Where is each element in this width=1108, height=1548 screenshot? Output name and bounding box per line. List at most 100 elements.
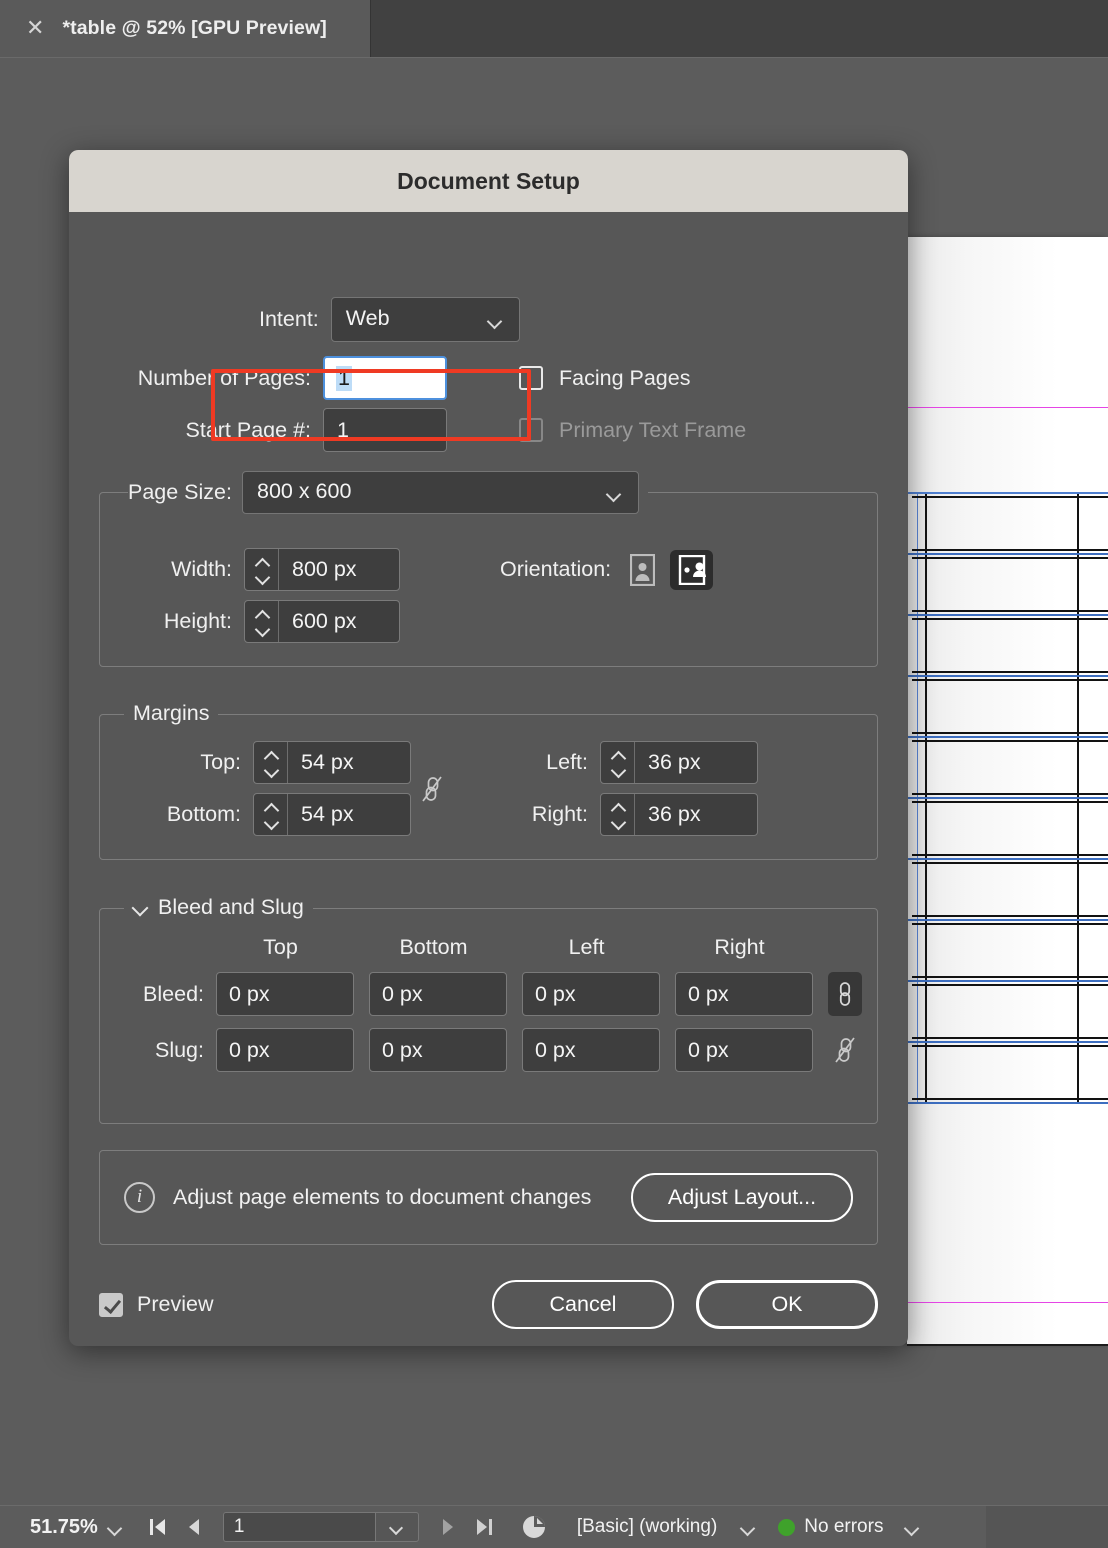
- landscape-orientation-button[interactable]: [670, 549, 714, 590]
- page-tool-icon[interactable]: [519, 1512, 549, 1542]
- bleed-top-value: 0 px: [229, 981, 270, 1006]
- chevron-up-icon[interactable]: [255, 559, 269, 567]
- document-tab[interactable]: ✕ *table @ 52% [GPU Preview]: [0, 0, 371, 57]
- intent-value: Web: [345, 306, 390, 330]
- margin-top-stepper[interactable]: 54 px: [253, 741, 411, 784]
- margin-bottom-right-row: Bottom: 54 px Right: 36 px: [100, 776, 877, 836]
- margin-top-label: Top:: [200, 750, 241, 774]
- page-number-value: 1: [233, 1516, 245, 1537]
- cancel-button[interactable]: Cancel: [492, 1280, 674, 1329]
- bleed-slug-column-headers: Top Bottom Left Right: [100, 935, 877, 960]
- start-page-row: Start Page #: 1 Primary Text Frame: [99, 408, 878, 452]
- close-icon[interactable]: ✕: [26, 17, 44, 40]
- chevron-up-icon[interactable]: [264, 804, 278, 812]
- bleed-label: Bleed:: [143, 981, 204, 1006]
- chevron-down-icon[interactable]: [611, 818, 625, 826]
- dialog-title: Document Setup: [69, 150, 908, 212]
- margin-top-left-row: Top: 54 px Left: 36 px: [100, 741, 877, 784]
- chevron-down-icon[interactable]: [611, 766, 625, 774]
- chevron-up-icon[interactable]: [264, 752, 278, 760]
- number-of-pages-input[interactable]: 1: [323, 356, 447, 400]
- slug-link-button[interactable]: [828, 1028, 862, 1072]
- start-page-input[interactable]: 1: [323, 408, 447, 452]
- chevron-up-icon[interactable]: [255, 611, 269, 619]
- broken-chain-link-icon: [422, 776, 442, 802]
- column-header-top: Top: [263, 935, 298, 959]
- slug-right-input[interactable]: 0 px: [675, 1028, 813, 1072]
- page-number-dropdown-button[interactable]: [374, 1512, 419, 1542]
- zoom-level-value[interactable]: 51.75%: [30, 1516, 98, 1539]
- number-of-pages-value: 1: [336, 365, 352, 391]
- column-header-bottom: Bottom: [399, 935, 468, 959]
- slug-left-value: 0 px: [535, 1037, 576, 1062]
- number-of-pages-row: Number of Pages: 1 Facing Pages: [99, 356, 878, 400]
- zoom-dropdown-icon[interactable]: [108, 1523, 121, 1531]
- width-value: 800 px: [292, 557, 357, 581]
- document-setup-dialog: Document Setup Intent: Web Number of Pag…: [69, 150, 908, 1346]
- bleed-left-input[interactable]: 0 px: [522, 972, 660, 1016]
- page-size-select[interactable]: 800 x 600: [241, 471, 639, 514]
- primary-text-frame-label: Primary Text Frame: [559, 417, 747, 442]
- chevron-up-icon[interactable]: [611, 804, 625, 812]
- page-bottom-edge: [907, 1344, 1108, 1346]
- height-spinner-arrows[interactable]: [245, 601, 279, 642]
- status-bar: 51.75% 1 [Basic] (working) No errors: [0, 1505, 1108, 1548]
- intent-select[interactable]: Web: [330, 297, 520, 342]
- margin-left-spinner-arrows[interactable]: [601, 742, 635, 783]
- adjust-layout-text: Adjust page elements to document changes: [173, 1184, 592, 1209]
- slug-top-input[interactable]: 0 px: [216, 1028, 354, 1072]
- adjust-layout-button[interactable]: Adjust Layout...: [631, 1173, 853, 1222]
- table-row: [907, 738, 1108, 799]
- margin-left-stepper[interactable]: 36 px: [600, 741, 758, 784]
- chevron-down-icon[interactable]: [255, 625, 269, 633]
- margin-right-stepper[interactable]: 36 px: [600, 793, 758, 836]
- preview-checkbox[interactable]: [99, 1292, 123, 1317]
- chain-link-icon: [839, 982, 851, 1006]
- error-status-dropdown-icon[interactable]: [905, 1523, 918, 1531]
- error-status-label: No errors: [804, 1516, 884, 1537]
- ok-button[interactable]: OK: [696, 1280, 878, 1329]
- preflight-dropdown-icon[interactable]: [741, 1523, 754, 1531]
- page-size-label: Page Size:: [128, 480, 232, 504]
- height-stepper[interactable]: 600 px: [244, 600, 400, 643]
- chevron-up-icon[interactable]: [611, 752, 625, 760]
- portrait-orientation-button[interactable]: [625, 550, 660, 590]
- preflight-profile-label[interactable]: [Basic] (working): [577, 1516, 717, 1538]
- width-row: Width: 800 px Orientation:: [100, 548, 877, 591]
- bleed-link-button[interactable]: [828, 972, 862, 1016]
- margin-top-spinner-arrows[interactable]: [254, 742, 288, 783]
- chevron-down-icon[interactable]: [133, 903, 148, 912]
- margin-bottom-spinner-arrows[interactable]: [254, 794, 288, 835]
- slug-bottom-input[interactable]: 0 px: [369, 1028, 507, 1072]
- first-page-icon[interactable]: [149, 1517, 167, 1537]
- width-stepper[interactable]: 800 px: [244, 548, 400, 591]
- width-label: Width:: [171, 557, 232, 581]
- height-value: 600 px: [292, 609, 357, 633]
- margin-bottom-label: Bottom:: [166, 802, 241, 826]
- bleed-bottom-input[interactable]: 0 px: [369, 972, 507, 1016]
- chevron-down-icon[interactable]: [264, 766, 278, 774]
- facing-pages-checkbox[interactable]: [519, 366, 543, 390]
- slug-right-value: 0 px: [688, 1037, 729, 1062]
- bleed-row: Bleed: 0 px 0 px 0 px 0 px: [100, 972, 877, 1016]
- preview-toggle[interactable]: Preview: [99, 1292, 213, 1317]
- chevron-down-icon[interactable]: [255, 573, 269, 581]
- bleed-right-input[interactable]: 0 px: [675, 972, 813, 1016]
- margin-right-spinner-arrows[interactable]: [601, 794, 635, 835]
- previous-page-icon[interactable]: [187, 1517, 201, 1537]
- primary-text-frame-checkbox: [519, 418, 543, 442]
- status-badge: [778, 1518, 796, 1536]
- chevron-down-icon[interactable]: [264, 818, 278, 826]
- last-page-icon[interactable]: [475, 1517, 493, 1537]
- margin-bottom-stepper[interactable]: 54 px: [253, 793, 411, 836]
- margins-link-button[interactable]: [415, 767, 449, 811]
- slug-bottom-value: 0 px: [382, 1037, 423, 1062]
- page-number-input[interactable]: 1: [222, 1512, 375, 1542]
- next-page-icon[interactable]: [441, 1517, 455, 1537]
- slug-left-input[interactable]: 0 px: [522, 1028, 660, 1072]
- slug-top-value: 0 px: [229, 1037, 270, 1062]
- slug-row: Slug: 0 px 0 px 0 px 0 px: [100, 1028, 877, 1072]
- width-spinner-arrows[interactable]: [245, 549, 279, 590]
- bleed-top-input[interactable]: 0 px: [216, 972, 354, 1016]
- table-row: [907, 677, 1108, 738]
